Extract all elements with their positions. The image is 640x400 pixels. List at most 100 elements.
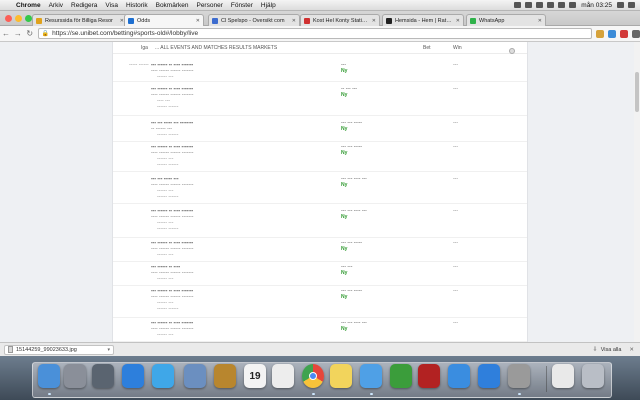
lock-icon: 🔒: [41, 31, 50, 37]
row-number: ---: [453, 288, 458, 294]
messages-icon[interactable]: [360, 364, 382, 388]
row-status-badge: Ny: [341, 326, 348, 332]
menu-visa[interactable]: Visa: [101, 2, 122, 9]
notes-icon[interactable]: [330, 364, 352, 388]
forward-arrow-icon[interactable]: →: [12, 29, 24, 38]
row-number: ---: [453, 208, 458, 214]
tab-5[interactable]: WhatsApp ✕: [466, 14, 546, 26]
timemachine-status-icon[interactable]: [525, 2, 533, 8]
app-store-icon[interactable]: [122, 364, 144, 388]
mail-icon[interactable]: [184, 364, 206, 388]
safari-icon[interactable]: [152, 364, 174, 388]
battery-status-icon[interactable]: [569, 2, 577, 8]
bet-row[interactable]: ----- ------ --- ------ -- ---- ------- …: [113, 62, 527, 82]
bet-row[interactable]: --- ------ -- ---- ------- ---- ------ -…: [113, 86, 527, 116]
itunes-icon[interactable]: [448, 364, 470, 388]
menu-icon[interactable]: [632, 29, 640, 38]
wifi-status-icon[interactable]: [547, 2, 555, 8]
chrome-icon[interactable]: [302, 364, 324, 388]
close-icon[interactable]: ✕: [629, 347, 634, 353]
documents-icon[interactable]: [552, 364, 574, 388]
menu-clock[interactable]: mån 03:25: [578, 2, 615, 9]
system-preferences-icon[interactable]: [508, 364, 530, 388]
row-detail-2: ------ ------: [157, 104, 179, 110]
reminders-icon[interactable]: [272, 364, 294, 388]
tab-0[interactable]: Resurssida för Billiga Resor ✕: [32, 14, 128, 26]
tab-4[interactable]: Hemsida - Hem | Ratkoachi ✕: [382, 14, 464, 26]
page-scrollbar[interactable]: [634, 42, 640, 342]
menu-app-name[interactable]: Chrome: [12, 2, 45, 9]
contacts-icon[interactable]: [214, 364, 236, 388]
row-status-badge: Ny: [341, 150, 348, 156]
tab-close-icon[interactable]: ✕: [538, 18, 542, 24]
row-lead: ----- ------: [129, 62, 149, 68]
volume-status-icon[interactable]: [558, 2, 566, 8]
menu-historik[interactable]: Historik: [122, 2, 152, 9]
calendar-day: 19: [249, 370, 261, 382]
bet-row[interactable]: --- ------ -- ---- ------- ---- ------ -…: [113, 144, 527, 172]
download-item[interactable]: 15144259_99023633.jpg ▾: [4, 344, 114, 355]
chevron-down-icon[interactable]: ▾: [107, 347, 110, 353]
app-store-updates-icon[interactable]: [478, 364, 500, 388]
dropbox-status-icon[interactable]: [514, 2, 522, 8]
bet-row[interactable]: --- ------ -- ---- ---- ------ ------ --…: [113, 264, 527, 286]
launchpad-icon[interactable]: [64, 364, 86, 388]
web-page: Iga ... ALL EVENTS AND MATCHES RESULTS M…: [0, 42, 640, 342]
tab-favicon: [128, 17, 134, 24]
running-indicator: [518, 393, 521, 395]
row-detail-2: ------ ------: [157, 162, 179, 168]
bluetooth-status-icon[interactable]: [536, 2, 544, 8]
spotlight-icon[interactable]: [617, 2, 624, 8]
tab-label: Resurssida för Billiga Resor: [45, 17, 113, 24]
show-all-downloads-link[interactable]: Visa alla: [601, 347, 622, 353]
notification-center-icon[interactable]: [628, 2, 635, 8]
menu-hjalp[interactable]: Hjälp: [257, 2, 280, 9]
tab-label: WhatsApp: [479, 17, 505, 24]
close-window-icon[interactable]: [5, 15, 12, 22]
minimize-window-icon[interactable]: [15, 15, 22, 22]
menu-personer[interactable]: Personer: [192, 2, 226, 9]
address-bar[interactable]: 🔒 https://se.unibet.com/betting#sports-o…: [37, 28, 593, 39]
bet-row[interactable]: --- --- ----- --- -------- -- ------ ---…: [113, 120, 527, 142]
finder-icon[interactable]: [38, 364, 60, 388]
reload-icon[interactable]: ↻: [24, 29, 36, 38]
calendar-icon[interactable]: 19: [244, 364, 266, 388]
extension-red-icon[interactable]: [620, 29, 629, 38]
address-url: https://se.unibet.com/betting#sports-old…: [52, 30, 199, 37]
browser-tab-strip: Resurssida för Billiga Resor ✕ Odds ✕ Cl…: [0, 11, 640, 26]
photo-booth-icon[interactable]: [418, 364, 440, 388]
mission-control-icon[interactable]: [92, 364, 114, 388]
menu-bokmarken[interactable]: Bokmärken: [152, 2, 193, 9]
tab-favicon: [470, 17, 476, 24]
facetime-icon[interactable]: [390, 364, 412, 388]
menu-redigera[interactable]: Redigera: [67, 2, 101, 9]
tab-close-icon[interactable]: ✕: [196, 18, 200, 24]
bet-row[interactable]: --- ------ -- ---- ------- ---- ------ -…: [113, 208, 527, 238]
betting-content: Iga ... ALL EVENTS AND MATCHES RESULTS M…: [112, 42, 528, 342]
scrollbar-thumb[interactable]: [635, 72, 639, 112]
tab-close-icon[interactable]: ✕: [372, 18, 376, 24]
extension-icon[interactable]: [608, 29, 617, 38]
tab-close-icon[interactable]: ✕: [456, 18, 460, 24]
back-arrow-icon[interactable]: ←: [0, 29, 12, 38]
tab-2[interactable]: Cl Spelspo - Oversikt com ✕: [208, 14, 300, 26]
bet-row[interactable]: --- --- ----- --- ---- ------ ------ ---…: [113, 176, 527, 204]
bet-row[interactable]: --- ------ -- ---- ------- ---- ------ -…: [113, 320, 527, 342]
menu-fonster[interactable]: Fönster: [227, 2, 257, 9]
zoom-window-icon[interactable]: [25, 15, 32, 22]
chat-bubble-icon[interactable]: [509, 48, 515, 54]
bet-row[interactable]: --- ------ -- ---- ------- ---- ------ -…: [113, 240, 527, 262]
tab-3[interactable]: Kost Hel Konty Statis - Nov Onl ✕: [300, 14, 380, 26]
bookmark-star-icon[interactable]: [596, 29, 605, 38]
desktop-screen: Chrome Arkiv Redigera Visa Historik Bokm…: [0, 0, 640, 400]
tab-1[interactable]: Odds ✕: [124, 14, 204, 26]
trash-icon[interactable]: [582, 364, 604, 388]
row-number: ---: [453, 240, 458, 246]
menu-arkiv[interactable]: Arkiv: [45, 2, 67, 9]
bet-row[interactable]: --- ------ -- ---- ------- ---- ------ -…: [113, 288, 527, 318]
browser-toolbar: ← → ↻ 🔒 https://se.unibet.com/betting#sp…: [0, 26, 640, 42]
tab-label: Cl Spelspo - Oversikt com: [221, 17, 285, 24]
tab-close-icon[interactable]: ✕: [292, 18, 296, 24]
row-status-badge: Ny: [341, 214, 348, 220]
row-number: ---: [453, 120, 458, 126]
